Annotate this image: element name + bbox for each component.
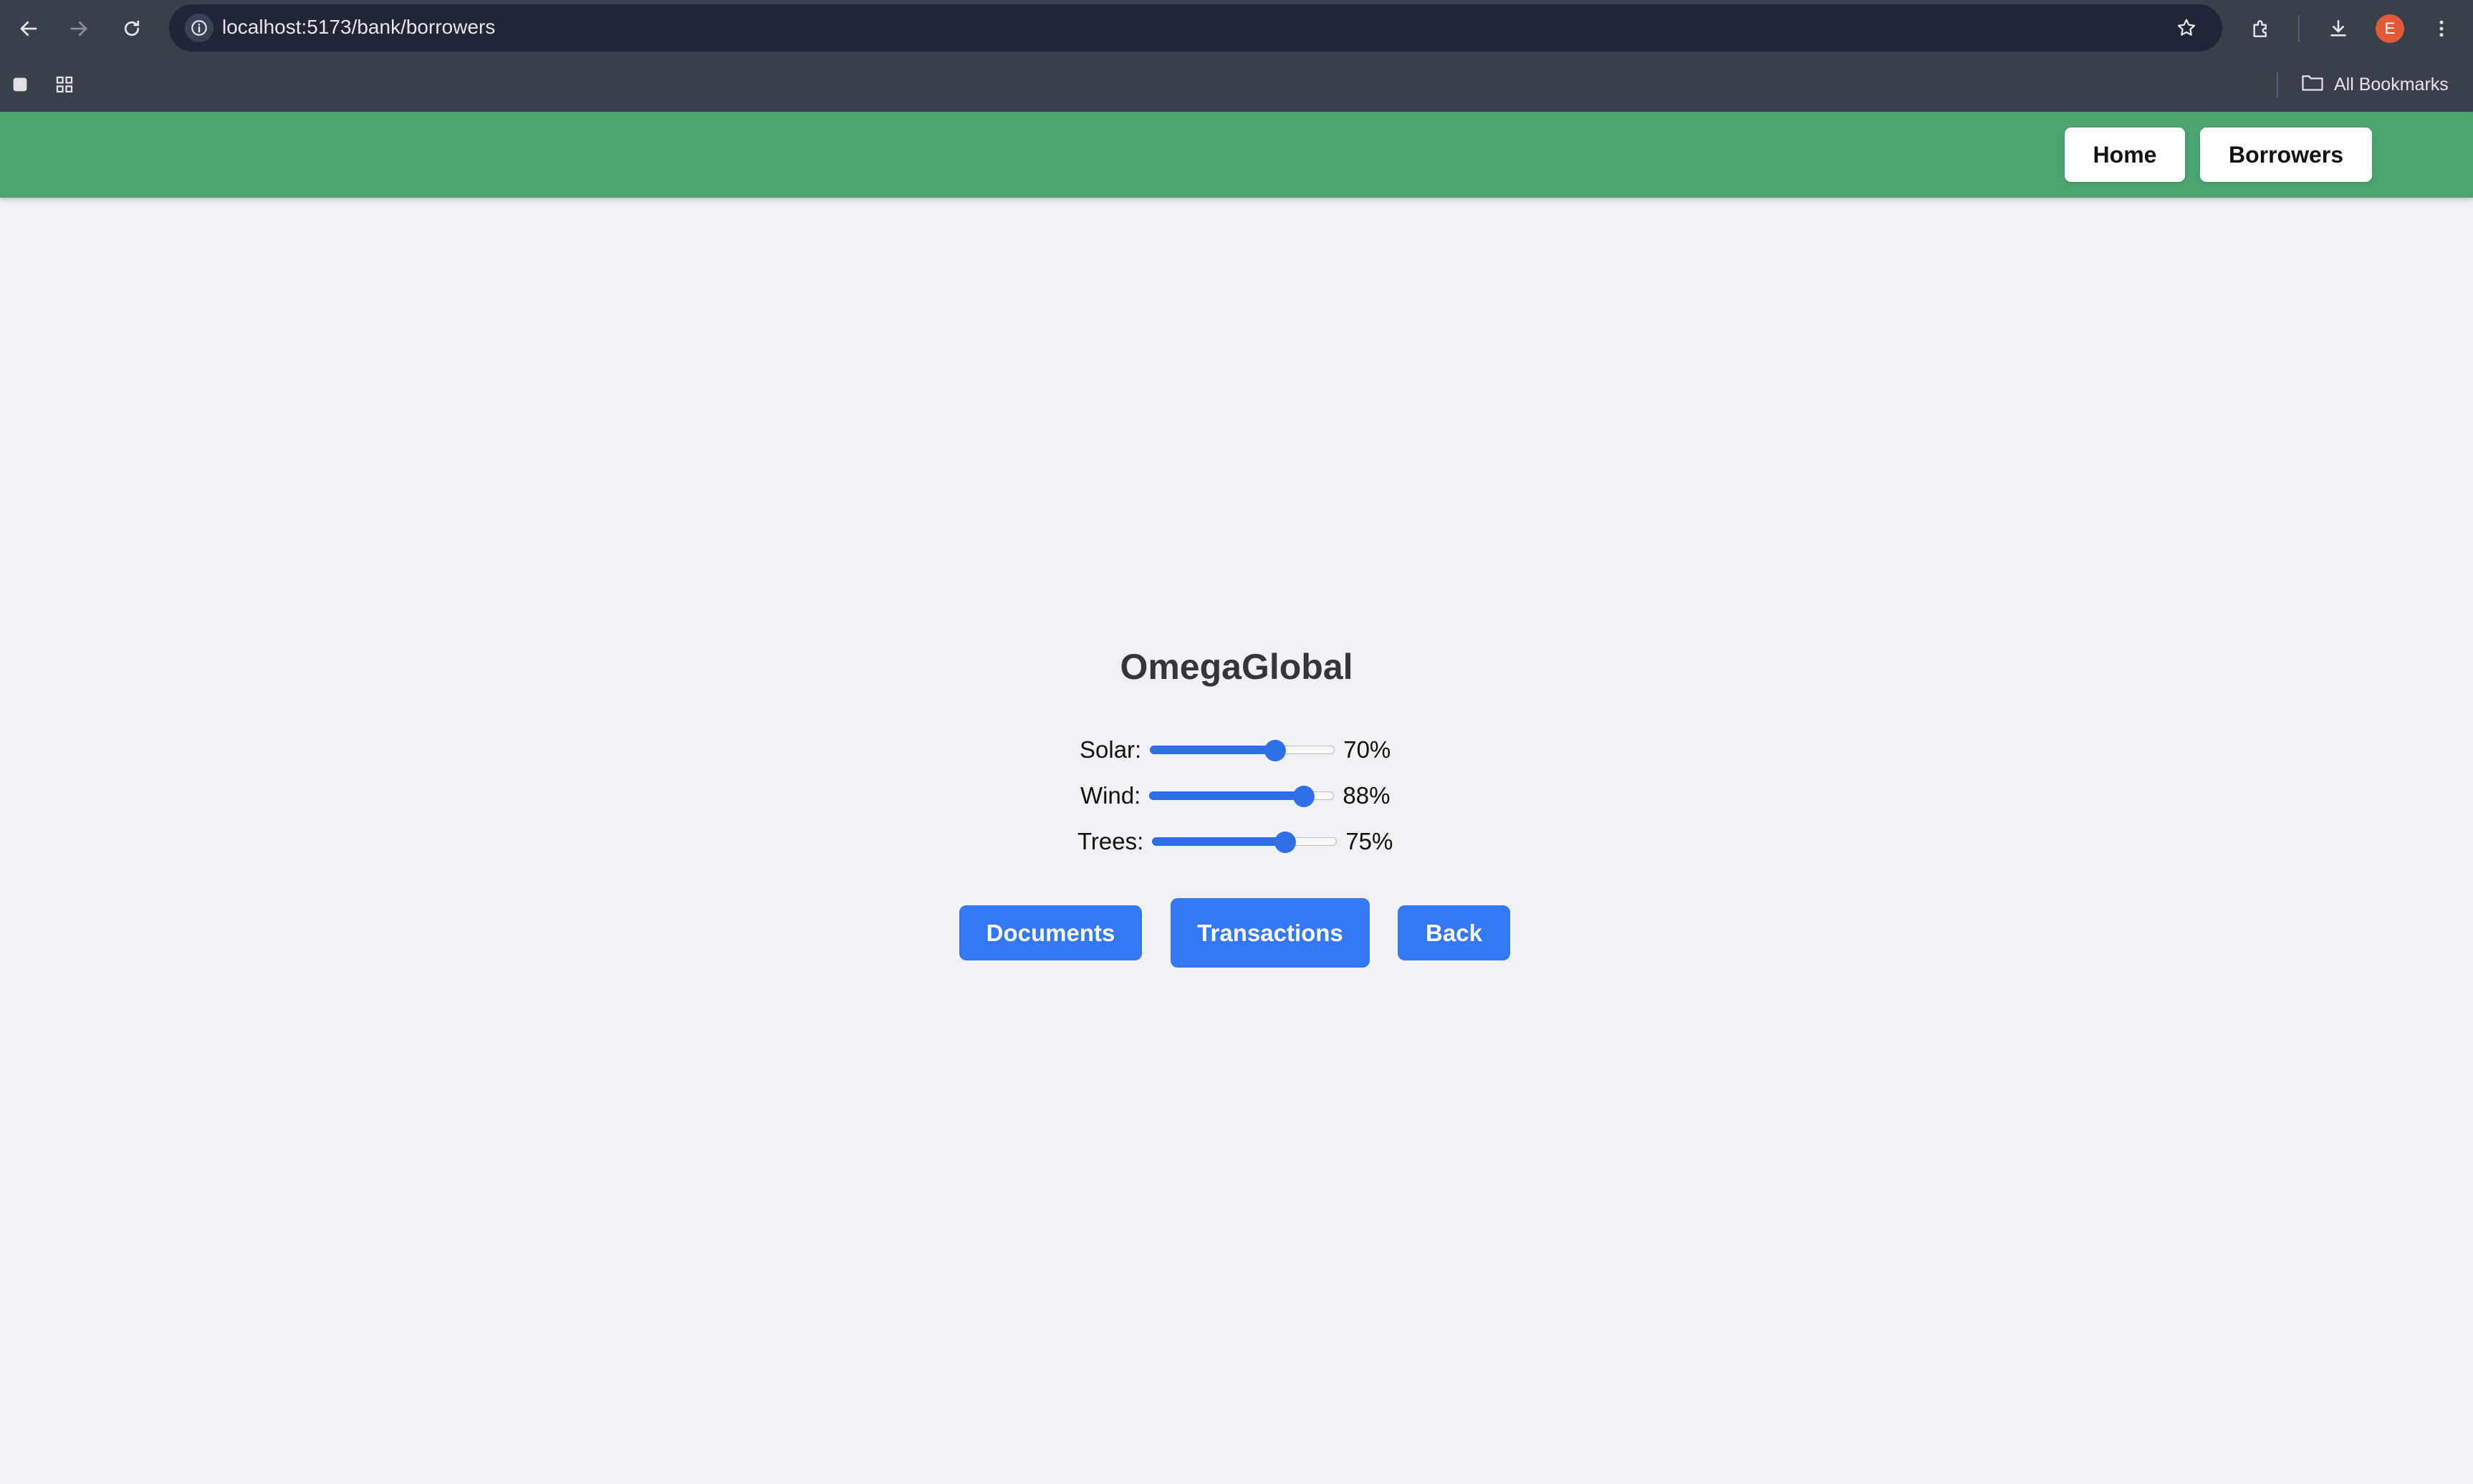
slider-fill	[1150, 746, 1275, 754]
profile-avatar[interactable]: E	[2376, 14, 2404, 43]
slider-value: 70%	[1343, 736, 1391, 763]
slider-fill	[1152, 837, 1286, 846]
back-arrow-icon[interactable]	[13, 13, 44, 44]
slider-label: Solar:	[1080, 736, 1142, 763]
forward-arrow-icon[interactable]	[63, 13, 95, 44]
extensions-icon[interactable]	[2245, 13, 2277, 44]
slider-row-trees: Trees: 75%	[1077, 824, 1393, 859]
url-text: localhost:5173/bank/borrowers	[222, 16, 496, 38]
slider-label: Wind:	[1080, 782, 1141, 809]
borrowers-button[interactable]: Borrowers	[2200, 127, 2372, 182]
all-bookmarks-label: All Bookmarks	[2334, 74, 2449, 95]
address-bar[interactable]: localhost:5173/bank/borrowers	[169, 4, 2222, 52]
browser-toolbar: localhost:5173/bank/borrowers E	[0, 0, 2473, 57]
all-bookmarks-button[interactable]: All Bookmarks	[2301, 70, 2449, 99]
bookmarks-bar: All Bookmarks	[0, 57, 2473, 112]
slider-thumb[interactable]	[1292, 786, 1315, 807]
wind-slider[interactable]	[1149, 778, 1335, 814]
borrower-name: OmegaGlobal	[1120, 647, 1353, 687]
slider-fill	[1149, 791, 1304, 800]
solar-slider[interactable]	[1150, 732, 1335, 768]
bookmarks-divider	[2277, 72, 2278, 97]
toolbar-divider	[2298, 16, 2300, 42]
slider-row-wind: Wind: 88%	[1080, 778, 1390, 814]
app-header: Home Borrowers	[0, 112, 2473, 198]
slider-value: 88%	[1343, 782, 1391, 809]
slider-value: 75%	[1345, 828, 1393, 854]
slider-thumb[interactable]	[1274, 832, 1297, 853]
reload-icon[interactable]	[116, 13, 148, 44]
tab-search-icon[interactable]	[7, 72, 33, 97]
star-icon[interactable]	[2172, 14, 2201, 42]
slider-label: Trees:	[1077, 828, 1144, 854]
transactions-button[interactable]: Transactions	[1171, 898, 1370, 968]
back-button[interactable]: Back	[1398, 905, 1510, 960]
trees-slider[interactable]	[1152, 824, 1338, 859]
documents-button[interactable]: Documents	[959, 905, 1142, 960]
folder-icon	[2301, 72, 2324, 97]
download-icon[interactable]	[2323, 13, 2354, 44]
slider-row-solar: Solar: 70%	[1080, 732, 1391, 768]
slider-thumb[interactable]	[1264, 740, 1286, 761]
apps-grid-icon[interactable]	[52, 72, 77, 97]
kebab-menu-icon[interactable]	[2426, 13, 2457, 44]
info-icon[interactable]	[185, 14, 213, 42]
home-button[interactable]: Home	[2065, 127, 2185, 182]
